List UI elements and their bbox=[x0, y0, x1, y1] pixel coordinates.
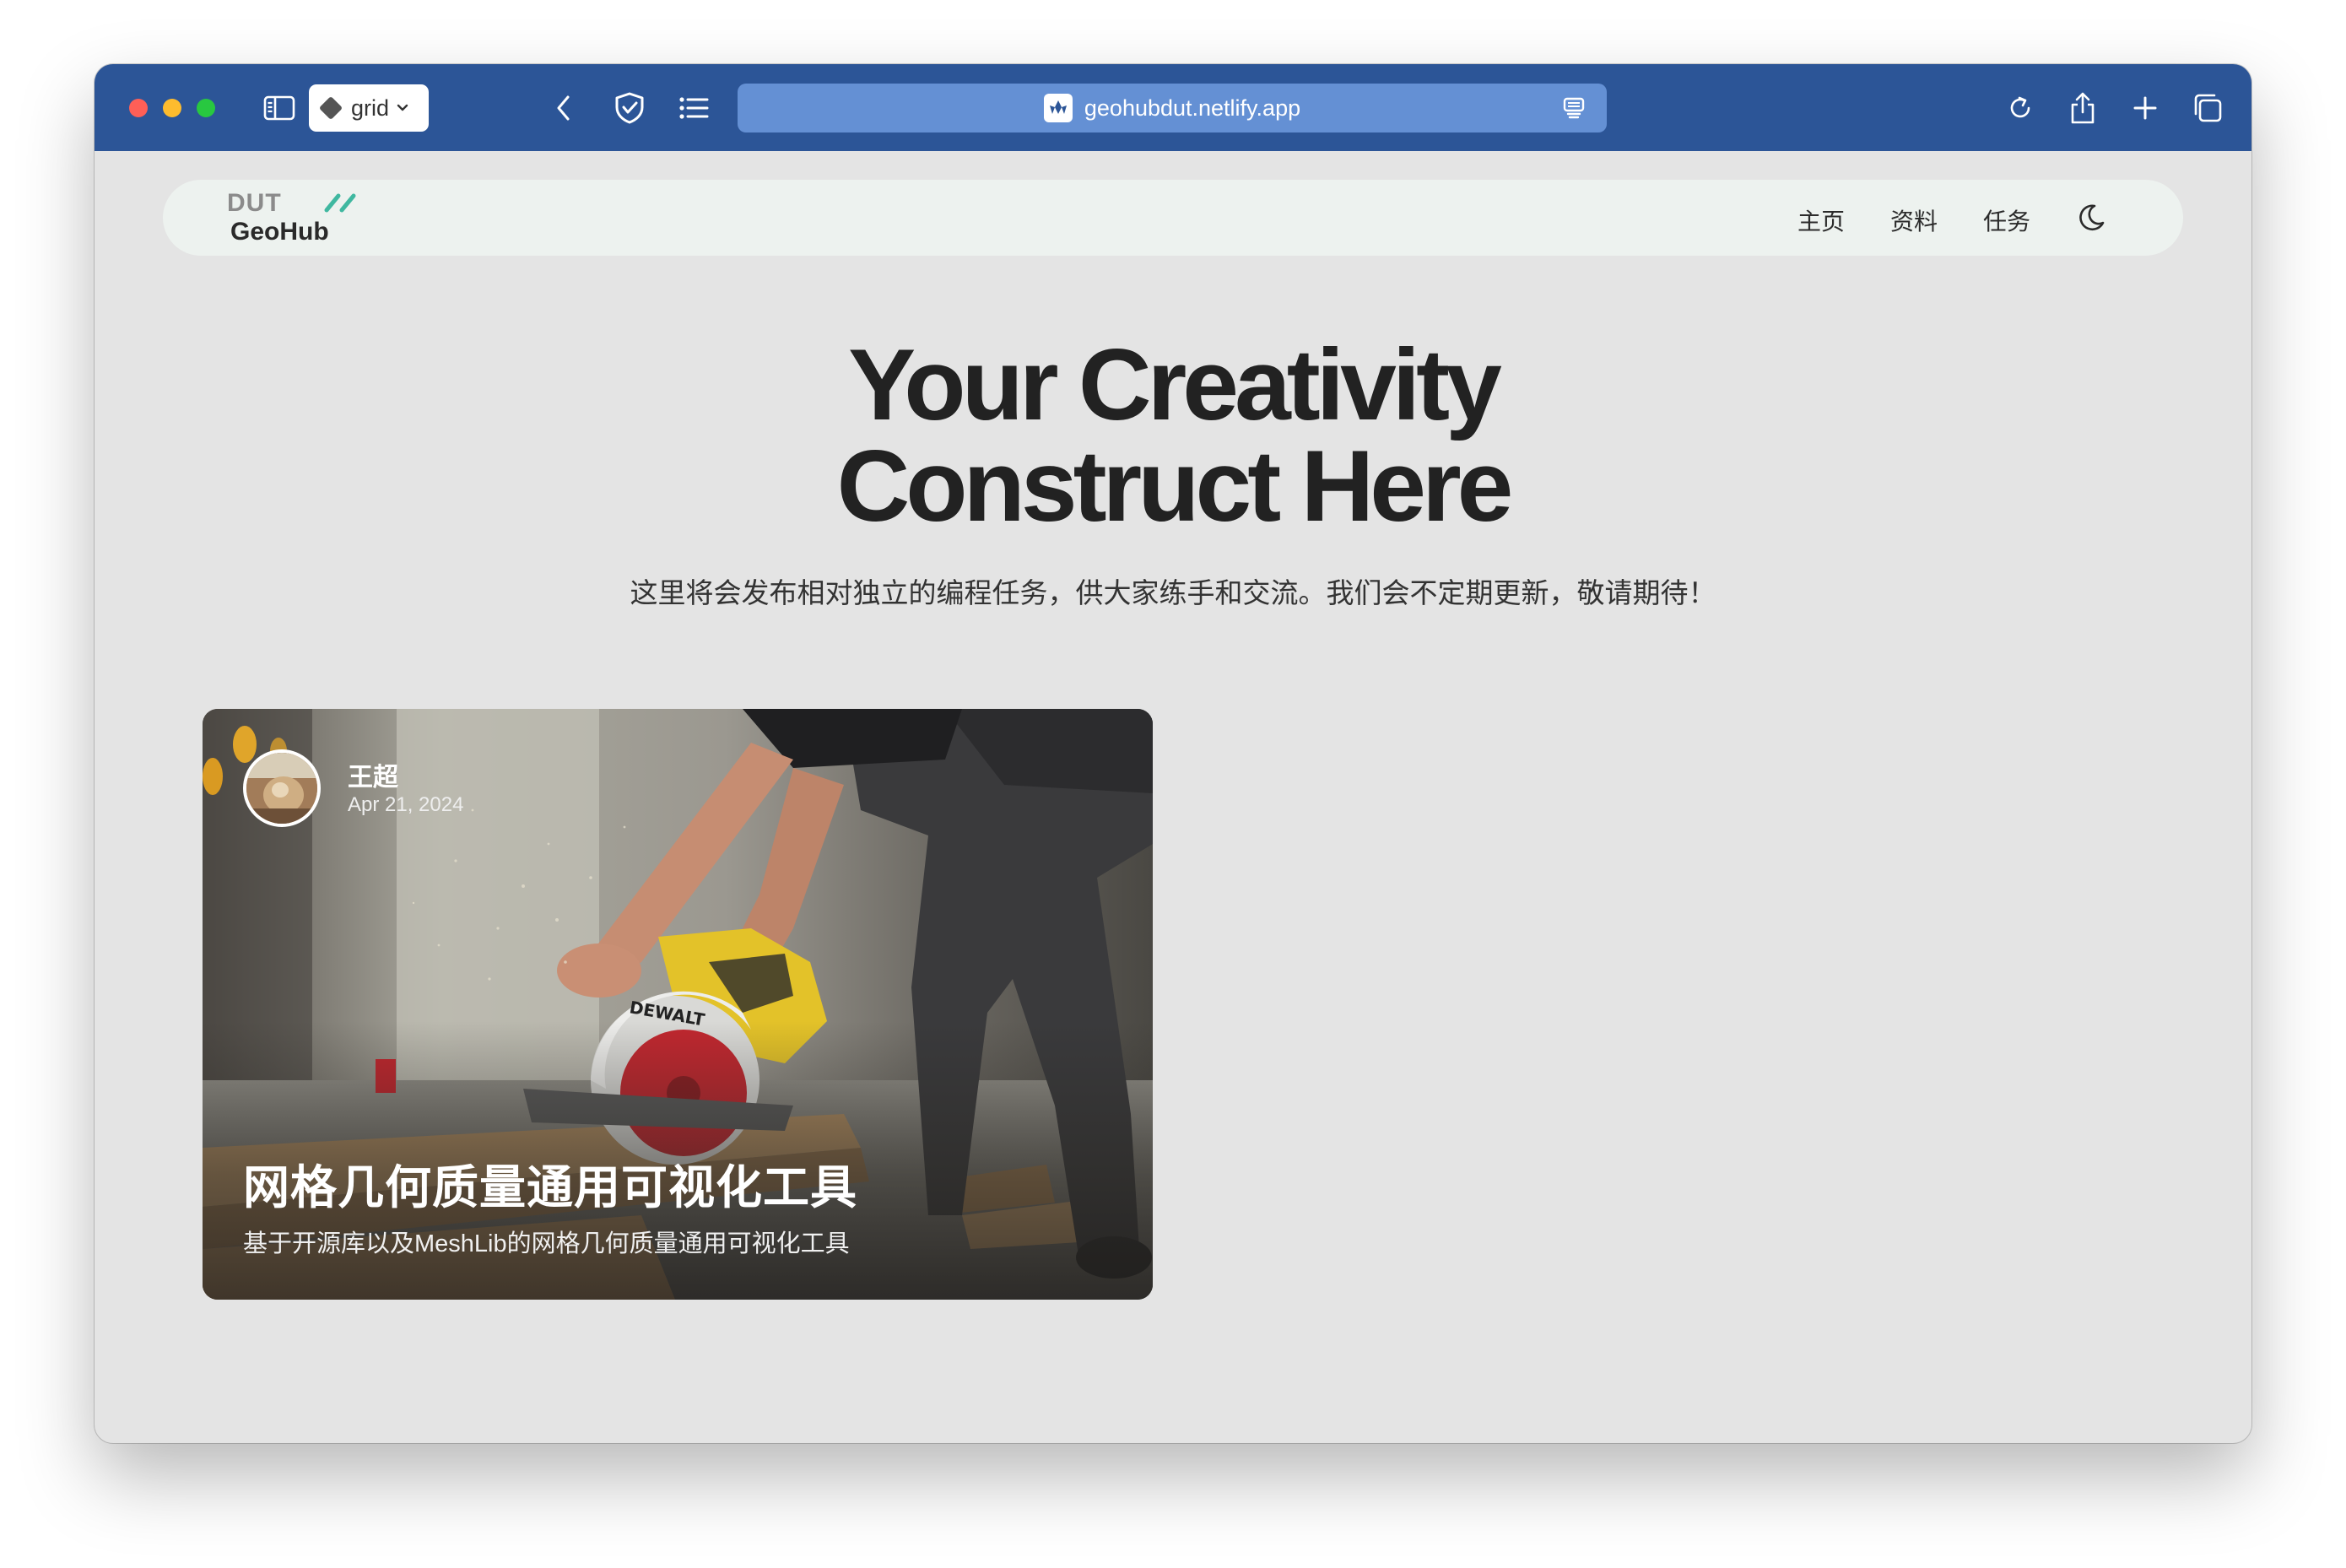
close-window-button[interactable] bbox=[129, 99, 148, 117]
zoom-window-button[interactable] bbox=[197, 99, 215, 117]
chevron-down-icon bbox=[396, 103, 409, 113]
profile-selector[interactable]: grid bbox=[309, 84, 429, 132]
author-avatar[interactable] bbox=[243, 749, 321, 827]
task-card[interactable]: DEWALT 王超 Apr 21, 2024 网格几何质量通用可视化工具 基于开… bbox=[203, 709, 1153, 1300]
back-icon[interactable] bbox=[547, 91, 581, 125]
site-navbar: DUT GeoHub 主页 资料 任务 bbox=[163, 180, 2183, 256]
profile-diamond-icon bbox=[318, 95, 343, 121]
privacy-shield-icon[interactable] bbox=[613, 91, 646, 125]
logo-dut-text[interactable]: DUT bbox=[227, 189, 282, 218]
reader-mode-icon[interactable] bbox=[1561, 95, 1587, 121]
author-name: 王超 bbox=[348, 764, 398, 792]
profile-label: grid bbox=[351, 95, 390, 121]
hero-title-line1: Your Creativity bbox=[848, 328, 1502, 441]
post-date: Apr 21, 2024 bbox=[348, 793, 464, 816]
nav-home-link[interactable]: 主页 bbox=[1797, 203, 1845, 237]
site-favicon-icon bbox=[1043, 94, 1073, 122]
moon-icon[interactable] bbox=[2074, 201, 2108, 235]
nav-resources-link[interactable]: 资料 bbox=[1890, 203, 1938, 237]
share-icon[interactable] bbox=[2066, 91, 2100, 125]
url-text: geohubdut.netlify.app bbox=[1084, 95, 1301, 121]
tab-overview-icon[interactable] bbox=[2191, 91, 2224, 125]
reload-icon[interactable] bbox=[2003, 91, 2037, 125]
card-description: 基于开源库以及MeshLib的网格几何质量通用可视化工具 bbox=[243, 1230, 850, 1257]
browser-toolbar: grid geohubdut.netlify.app bbox=[95, 64, 2251, 151]
card-title[interactable]: 网格几何质量通用可视化工具 bbox=[243, 1149, 857, 1217]
hero-subtitle: 这里将会发布相对独立的编程任务，供大家练手和交流。我们会不定期更新，敬请期待！ bbox=[630, 577, 1716, 608]
nav-tasks-link[interactable]: 任务 bbox=[1983, 203, 2030, 237]
reading-list-icon[interactable] bbox=[677, 91, 711, 125]
new-tab-icon[interactable] bbox=[2128, 91, 2162, 125]
logo-slash-icon bbox=[323, 192, 362, 218]
address-bar[interactable]: geohubdut.netlify.app bbox=[738, 84, 1607, 132]
hero-title: Your Creativity Construct Here bbox=[95, 334, 2251, 537]
hero-title-line2: Construct Here bbox=[836, 430, 1514, 543]
browser-window: grid geohubdut.netlify.app DUT GeoHub 主页… bbox=[95, 64, 2251, 1443]
sidebar-toggle-icon[interactable] bbox=[262, 91, 296, 125]
logo-geohub-text[interactable]: GeoHub bbox=[230, 218, 329, 246]
minimize-window-button[interactable] bbox=[163, 99, 181, 117]
